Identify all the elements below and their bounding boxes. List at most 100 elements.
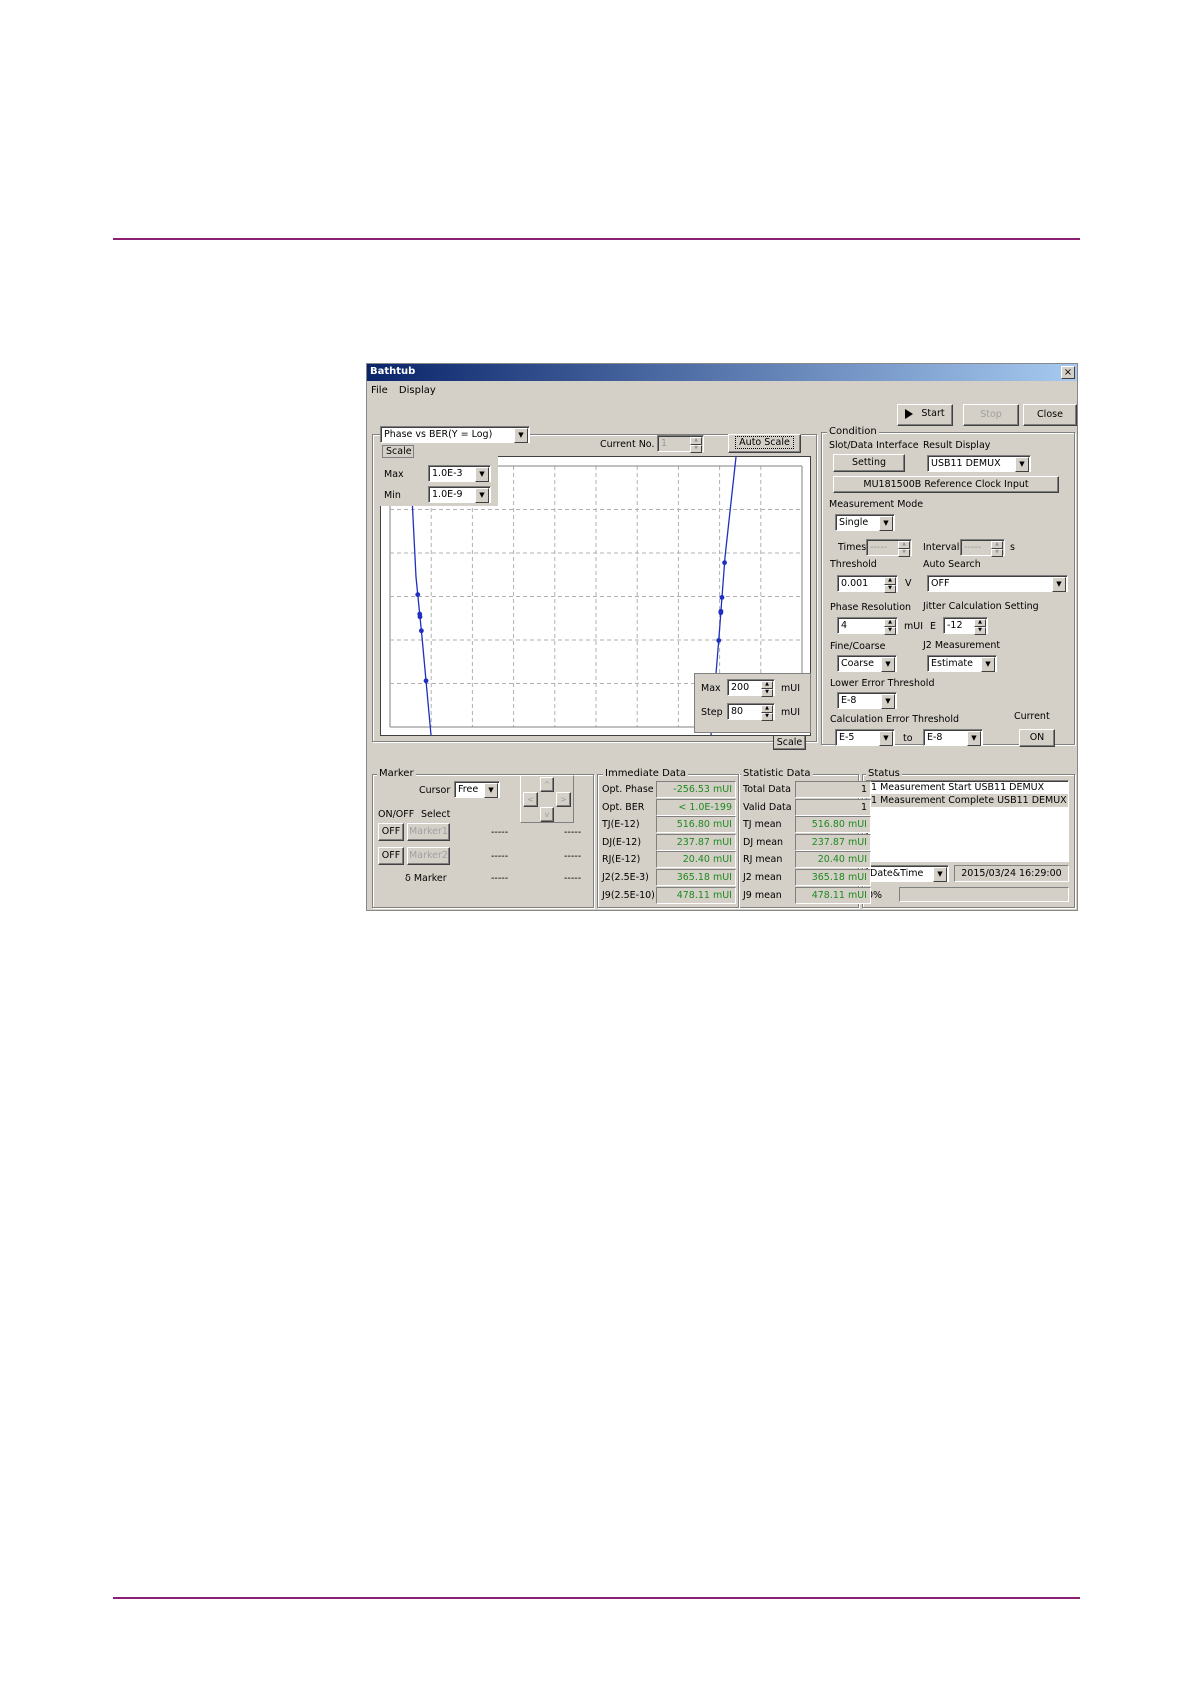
statistic-row-value: 365.18 mUI xyxy=(795,869,871,886)
phase-res-input[interactable]: 4 ▲ ▼ xyxy=(837,617,898,635)
immediate-row-value: 516.80 mUI xyxy=(656,816,736,834)
current-no-input[interactable]: 1 ▲ ▼ xyxy=(657,435,704,453)
arrow-right-icon[interactable]: > xyxy=(556,792,571,807)
threshold-input[interactable]: 0.001 ▲ ▼ xyxy=(837,575,898,593)
chevron-down-icon: ▼ xyxy=(879,516,893,531)
chevron-down-icon: ▼ xyxy=(1015,457,1029,472)
close-button[interactable]: Close xyxy=(1023,404,1077,426)
cursor-label: Cursor xyxy=(419,785,451,796)
immediate-row-label: RJ(E-12) xyxy=(602,854,641,866)
times-label: Times xyxy=(838,542,867,553)
y-scale-panel: Scale Max 1.0E-3 ▼ Min 1.0E-9 ▼ xyxy=(380,443,498,506)
x-step-label: Step xyxy=(701,707,723,718)
scale-tab[interactable]: Scale xyxy=(382,445,414,458)
arrow-left-icon[interactable]: < xyxy=(523,792,538,807)
interval-unit: s xyxy=(1010,542,1015,553)
statistic-row-value: 237.87 mUI xyxy=(795,833,871,851)
x-step-input[interactable]: 80 ▲ ▼ xyxy=(727,703,775,721)
immediate-row-label: J9(2.5E-10) xyxy=(602,889,655,901)
jitter-e-input[interactable]: -12 ▲ ▼ xyxy=(943,617,988,635)
immediate-row-value: 365.18 mUI xyxy=(656,869,736,886)
y-max-select[interactable]: 1.0E-3 ▼ xyxy=(428,465,491,482)
menu-file[interactable]: File xyxy=(371,385,388,396)
statistic-row-value: 478.11 mUI xyxy=(795,886,871,904)
j2-select[interactable]: Estimate ▼ xyxy=(927,655,997,672)
statistic-row-label: J9 mean xyxy=(743,889,782,901)
datetime-display: 2015/03/24 16:29:00 xyxy=(954,865,1069,882)
immediate-row-value: < 1.0E-199 xyxy=(656,798,736,816)
x-max-input[interactable]: 200 ▲ ▼ xyxy=(727,679,775,697)
auto-search-select[interactable]: OFF ▼ xyxy=(927,575,1068,592)
cursor-select[interactable]: Free ▼ xyxy=(454,781,500,798)
threshold-label: Threshold xyxy=(830,559,877,570)
status-log-item: 1 Measurement Start USB11 DEMUX xyxy=(871,782,1045,793)
statistic-title: Statistic Data xyxy=(741,768,813,779)
x-step-unit: mUI xyxy=(781,707,801,718)
spin-icon: ▲ ▼ xyxy=(761,681,773,697)
data-point xyxy=(423,678,429,684)
statistic-row-label: Total Data xyxy=(743,784,791,795)
calc-err-to-select[interactable]: E-8 ▼ xyxy=(923,729,983,746)
jitter-calc-label: Jitter Calculation Setting xyxy=(923,601,1039,612)
delta-b: ----- xyxy=(564,873,582,884)
lower-err-select[interactable]: E-8 ▼ xyxy=(837,692,897,709)
x-scale-panel: Max 200 ▲ ▼ mUI Step 80 ▲ ▼ mUI xyxy=(694,673,811,733)
spin-icon: ▲ ▼ xyxy=(690,437,702,453)
auto-scale-button[interactable]: Auto Scale xyxy=(728,434,801,453)
stop-button[interactable]: Stop xyxy=(963,404,1019,426)
current-on-button[interactable]: ON xyxy=(1019,729,1055,747)
statistic-row-label: TJ mean xyxy=(743,819,782,831)
select-label: Select xyxy=(421,809,451,820)
auto-search-label: Auto Search xyxy=(923,559,981,570)
menu-display[interactable]: Display xyxy=(399,385,436,396)
start-button[interactable]: Start xyxy=(897,404,953,426)
x-scale-button[interactable]: Scale xyxy=(773,735,806,750)
data-point xyxy=(415,592,421,598)
status-title: Status xyxy=(866,768,902,779)
data-point xyxy=(417,614,423,620)
delta-a: ----- xyxy=(491,873,509,884)
chevron-down-icon: ▼ xyxy=(879,731,893,746)
ref-clock-button[interactable]: MU181500B Reference Clock Input xyxy=(833,476,1059,493)
spin-icon: ▲ ▼ xyxy=(761,705,773,721)
marker2-toggle[interactable]: OFF xyxy=(378,847,404,865)
graph-mode-select[interactable]: Phase vs BER(Y = Log) ▼ xyxy=(380,426,530,443)
j2-label: J2 Measurement xyxy=(923,640,1001,651)
marker-title: Marker xyxy=(377,768,416,779)
immediate-row-label: TJ(E-12) xyxy=(602,819,640,831)
lower-err-label: Lower Error Threshold xyxy=(830,678,935,689)
fine-coarse-select[interactable]: Coarse ▼ xyxy=(837,655,897,672)
chevron-down-icon: ▼ xyxy=(475,467,489,482)
setting-button[interactable]: Setting xyxy=(833,454,905,472)
marker2-select[interactable]: Marker2 xyxy=(407,847,450,865)
interval-input[interactable]: ----- ▲ ▼ xyxy=(960,539,1005,557)
interval-label: Interval xyxy=(923,542,960,553)
datetime-mode-select[interactable]: Date&Time ▼ xyxy=(866,865,949,882)
fine-coarse-label: Fine/Coarse xyxy=(830,641,886,652)
times-input[interactable]: ----- ▲ ▼ xyxy=(866,539,912,557)
result-display-label: Result Display xyxy=(923,440,991,451)
data-point xyxy=(719,594,725,600)
chevron-down-icon: ▼ xyxy=(981,657,995,672)
chevron-down-icon: ▼ xyxy=(933,867,947,882)
marker1-select[interactable]: Marker1 xyxy=(407,823,450,841)
data-point xyxy=(722,560,727,566)
spin-icon: ▲ ▼ xyxy=(974,619,986,635)
marker1-toggle[interactable]: OFF xyxy=(378,823,404,841)
mode-select[interactable]: Single ▼ xyxy=(835,514,895,531)
arrow-down-icon[interactable]: v xyxy=(540,807,554,822)
y-min-select[interactable]: 1.0E-9 ▼ xyxy=(428,486,491,503)
status-log[interactable]: 1 Measurement Start USB11 DEMUX 1 Measur… xyxy=(866,780,1069,862)
cursor-arrow-pad: ^ < > v xyxy=(520,775,574,823)
result-display-select[interactable]: USB11 DEMUX ▼ xyxy=(927,455,1031,472)
close-window-button[interactable]: × xyxy=(1061,366,1075,379)
play-icon xyxy=(905,408,914,419)
data-divider xyxy=(738,774,739,908)
chevron-down-icon: ▼ xyxy=(881,657,895,672)
arrow-up-icon[interactable]: ^ xyxy=(540,777,554,792)
title-bar[interactable]: Bathtub × xyxy=(367,364,1077,381)
calc-err-from-select[interactable]: E-5 ▼ xyxy=(835,729,895,746)
data-point xyxy=(718,610,724,616)
immediate-row-value: -256.53 mUI xyxy=(656,781,736,798)
bottom-rule xyxy=(113,1597,1080,1599)
